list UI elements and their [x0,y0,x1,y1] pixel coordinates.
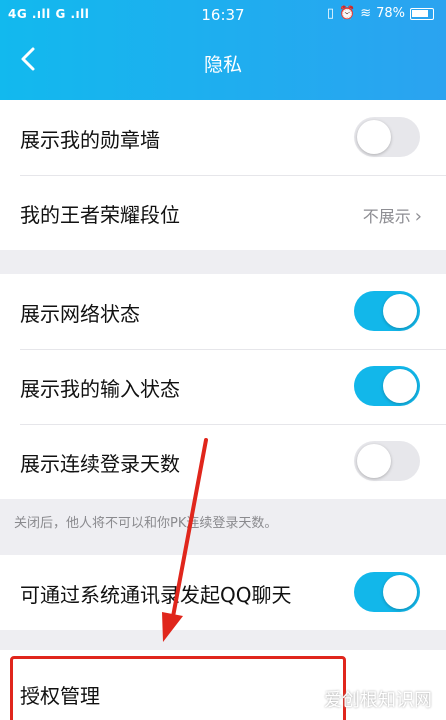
setting-label: 我的王者荣耀段位 [20,203,180,227]
login-days-toggle[interactable] [354,441,420,481]
toggle-knob [357,444,391,478]
contacts-chat-toggle[interactable] [354,572,420,612]
wifi-icon: ≋ [360,6,372,21]
network-status-toggle[interactable] [354,291,420,331]
setting-row-contacts-chat: 可通过系统通讯录发起QQ聊天 [0,555,446,630]
status-bar: 4G .ıll G .ıll 16:37 ▯ ⏰ ≋ 78% [0,0,446,30]
settings-group-3: 可通过系统通讯录发起QQ聊天 [0,555,446,630]
setting-row-network-status: 展示网络状态 [0,274,446,349]
alarm-icon: ⏰ [339,6,356,21]
setting-label: 展示我的勋章墙 [20,128,160,152]
settings-group-2: 展示网络状态 展示我的输入状态 展示连续登录天数 [0,274,446,499]
vibrate-icon: ▯ [326,6,334,21]
hint-text: 关闭后，他人将不可以和你PK连续登录天数。 [14,516,278,531]
setting-label: 可通过系统通讯录发起QQ聊天 [20,583,292,607]
setting-row-honor-rank[interactable]: 我的王者荣耀段位 不展示 › [0,175,446,250]
setting-label: 展示我的输入状态 [20,377,180,401]
setting-value: 不展示 › [362,206,422,227]
chevron-right-icon: › [414,206,422,227]
setting-label: 展示连续登录天数 [20,452,180,476]
watermark: 爱创根知识网 [324,690,432,711]
status-right: ▯ ⏰ ≋ 78% [327,6,434,21]
battery-percent: 78% [376,6,405,21]
setting-label: 展示网络状态 [20,302,140,326]
toggle-knob [383,294,417,328]
header: 4G .ıll G .ıll 16:37 ▯ ⏰ ≋ 78% 隐私 [0,0,446,100]
setting-label: 授权管理 [20,684,100,708]
input-status-toggle[interactable] [354,366,420,406]
toggle-knob [357,120,391,154]
setting-row-login-days: 展示连续登录天数 [0,424,446,499]
settings-group-1: 展示我的勋章墙 我的王者荣耀段位 不展示 › [0,100,446,250]
toggle-knob [383,369,417,403]
battery-icon [410,7,434,20]
medal-wall-toggle[interactable] [354,117,420,157]
page-title: 隐私 [203,54,242,76]
setting-row-medal-wall: 展示我的勋章墙 [0,100,446,175]
toggle-knob [383,575,417,609]
setting-row-input-status: 展示我的输入状态 [0,349,446,424]
nav-bar: 隐私 [0,30,446,94]
